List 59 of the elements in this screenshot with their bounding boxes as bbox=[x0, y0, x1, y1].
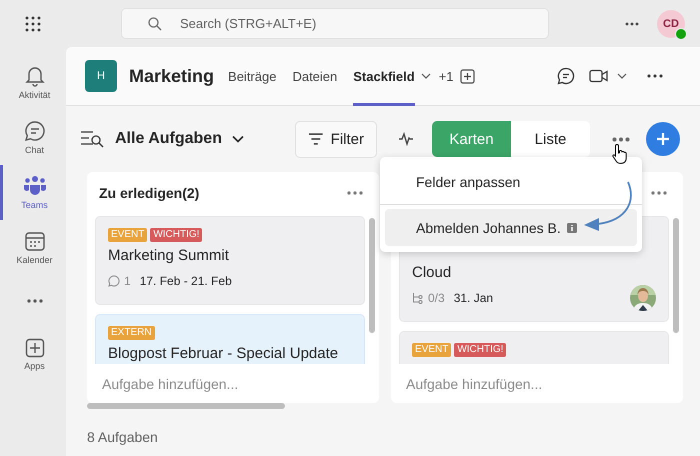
plus-icon bbox=[656, 132, 670, 146]
view-title[interactable]: Alle Aufgaben bbox=[115, 130, 222, 148]
rail-item[interactable]: Aktivität bbox=[0, 55, 66, 110]
channel-tab[interactable]: Stackfield bbox=[353, 46, 415, 106]
task-card[interactable]: EVENT WICHTIG! Marketing Summit 1 17. Feb - 21. Feb bbox=[95, 216, 365, 305]
app-launcher-icon[interactable] bbox=[25, 16, 41, 32]
comment-count: 1 bbox=[124, 274, 131, 288]
subtask-icon bbox=[412, 292, 424, 304]
tag: EVENT bbox=[412, 343, 452, 357]
status-icon bbox=[675, 28, 687, 40]
view-toggle[interactable]: Liste bbox=[511, 121, 590, 157]
comment-icon bbox=[108, 275, 120, 287]
activity-icon[interactable] bbox=[398, 132, 414, 146]
filter-button[interactable]: Filter bbox=[295, 120, 377, 158]
calendar-icon bbox=[24, 230, 46, 252]
due-date: 17. Feb - 21. Feb bbox=[140, 274, 232, 288]
card-title: Cloud bbox=[412, 263, 452, 283]
subtask-count: 0/3 bbox=[428, 291, 445, 305]
team-avatar: H bbox=[85, 60, 117, 92]
task-card[interactable]: EXTERN Blogpost Februar - Special Update bbox=[95, 314, 365, 364]
chevron-down-icon[interactable] bbox=[617, 73, 627, 79]
more-icon[interactable] bbox=[612, 136, 630, 142]
add-tab-icon[interactable] bbox=[460, 68, 475, 84]
task-count: 8 Aufgaben bbox=[87, 429, 159, 445]
people-icon bbox=[22, 175, 46, 197]
search-field[interactable]: Search (STRG+ALT+E) bbox=[121, 8, 549, 39]
add-button[interactable] bbox=[646, 122, 680, 156]
rail-item[interactable]: Chat bbox=[0, 110, 66, 165]
video-camera-icon[interactable] bbox=[589, 69, 609, 83]
chat-icon[interactable] bbox=[557, 67, 575, 85]
list-search-icon[interactable] bbox=[80, 130, 104, 148]
more-icon[interactable] bbox=[647, 74, 663, 78]
card-title: Blogpost Februar - Special Update bbox=[108, 344, 340, 364]
search-icon bbox=[148, 16, 162, 30]
info-icon bbox=[566, 222, 577, 232]
column-title: Zu erledigen(2) bbox=[99, 185, 200, 201]
add-icon bbox=[24, 338, 44, 358]
menu-item[interactable]: Felder anpassen bbox=[385, 163, 637, 200]
user-avatar[interactable]: CD bbox=[657, 10, 685, 38]
chevron-down-icon[interactable] bbox=[232, 135, 244, 143]
channel-tab[interactable]: Beiträge bbox=[228, 46, 276, 106]
chevron-down-icon[interactable] bbox=[420, 73, 431, 79]
rail-item[interactable]: Kalender bbox=[0, 220, 66, 275]
due-date: 31. Jan bbox=[454, 291, 494, 305]
more-icon[interactable] bbox=[625, 22, 639, 26]
more-icon bbox=[26, 298, 44, 304]
tag: WICHTIG! bbox=[454, 343, 506, 357]
team-name: Marketing bbox=[129, 66, 214, 86]
tag: EXTERN bbox=[108, 326, 155, 340]
tag: WICHTIG! bbox=[150, 228, 202, 242]
chat-icon bbox=[24, 120, 46, 142]
task-card[interactable]: EVENT WICHTIG! bbox=[399, 331, 669, 364]
filter-icon bbox=[308, 133, 324, 145]
rail-item[interactable]: Apps bbox=[0, 327, 66, 382]
tag: EVENT bbox=[108, 228, 148, 242]
channel-tab[interactable]: Dateien bbox=[292, 46, 338, 106]
bell-icon bbox=[24, 65, 44, 87]
more-tabs-link[interactable]: +1 bbox=[438, 68, 454, 84]
card-title: Marketing Summit bbox=[108, 246, 230, 266]
